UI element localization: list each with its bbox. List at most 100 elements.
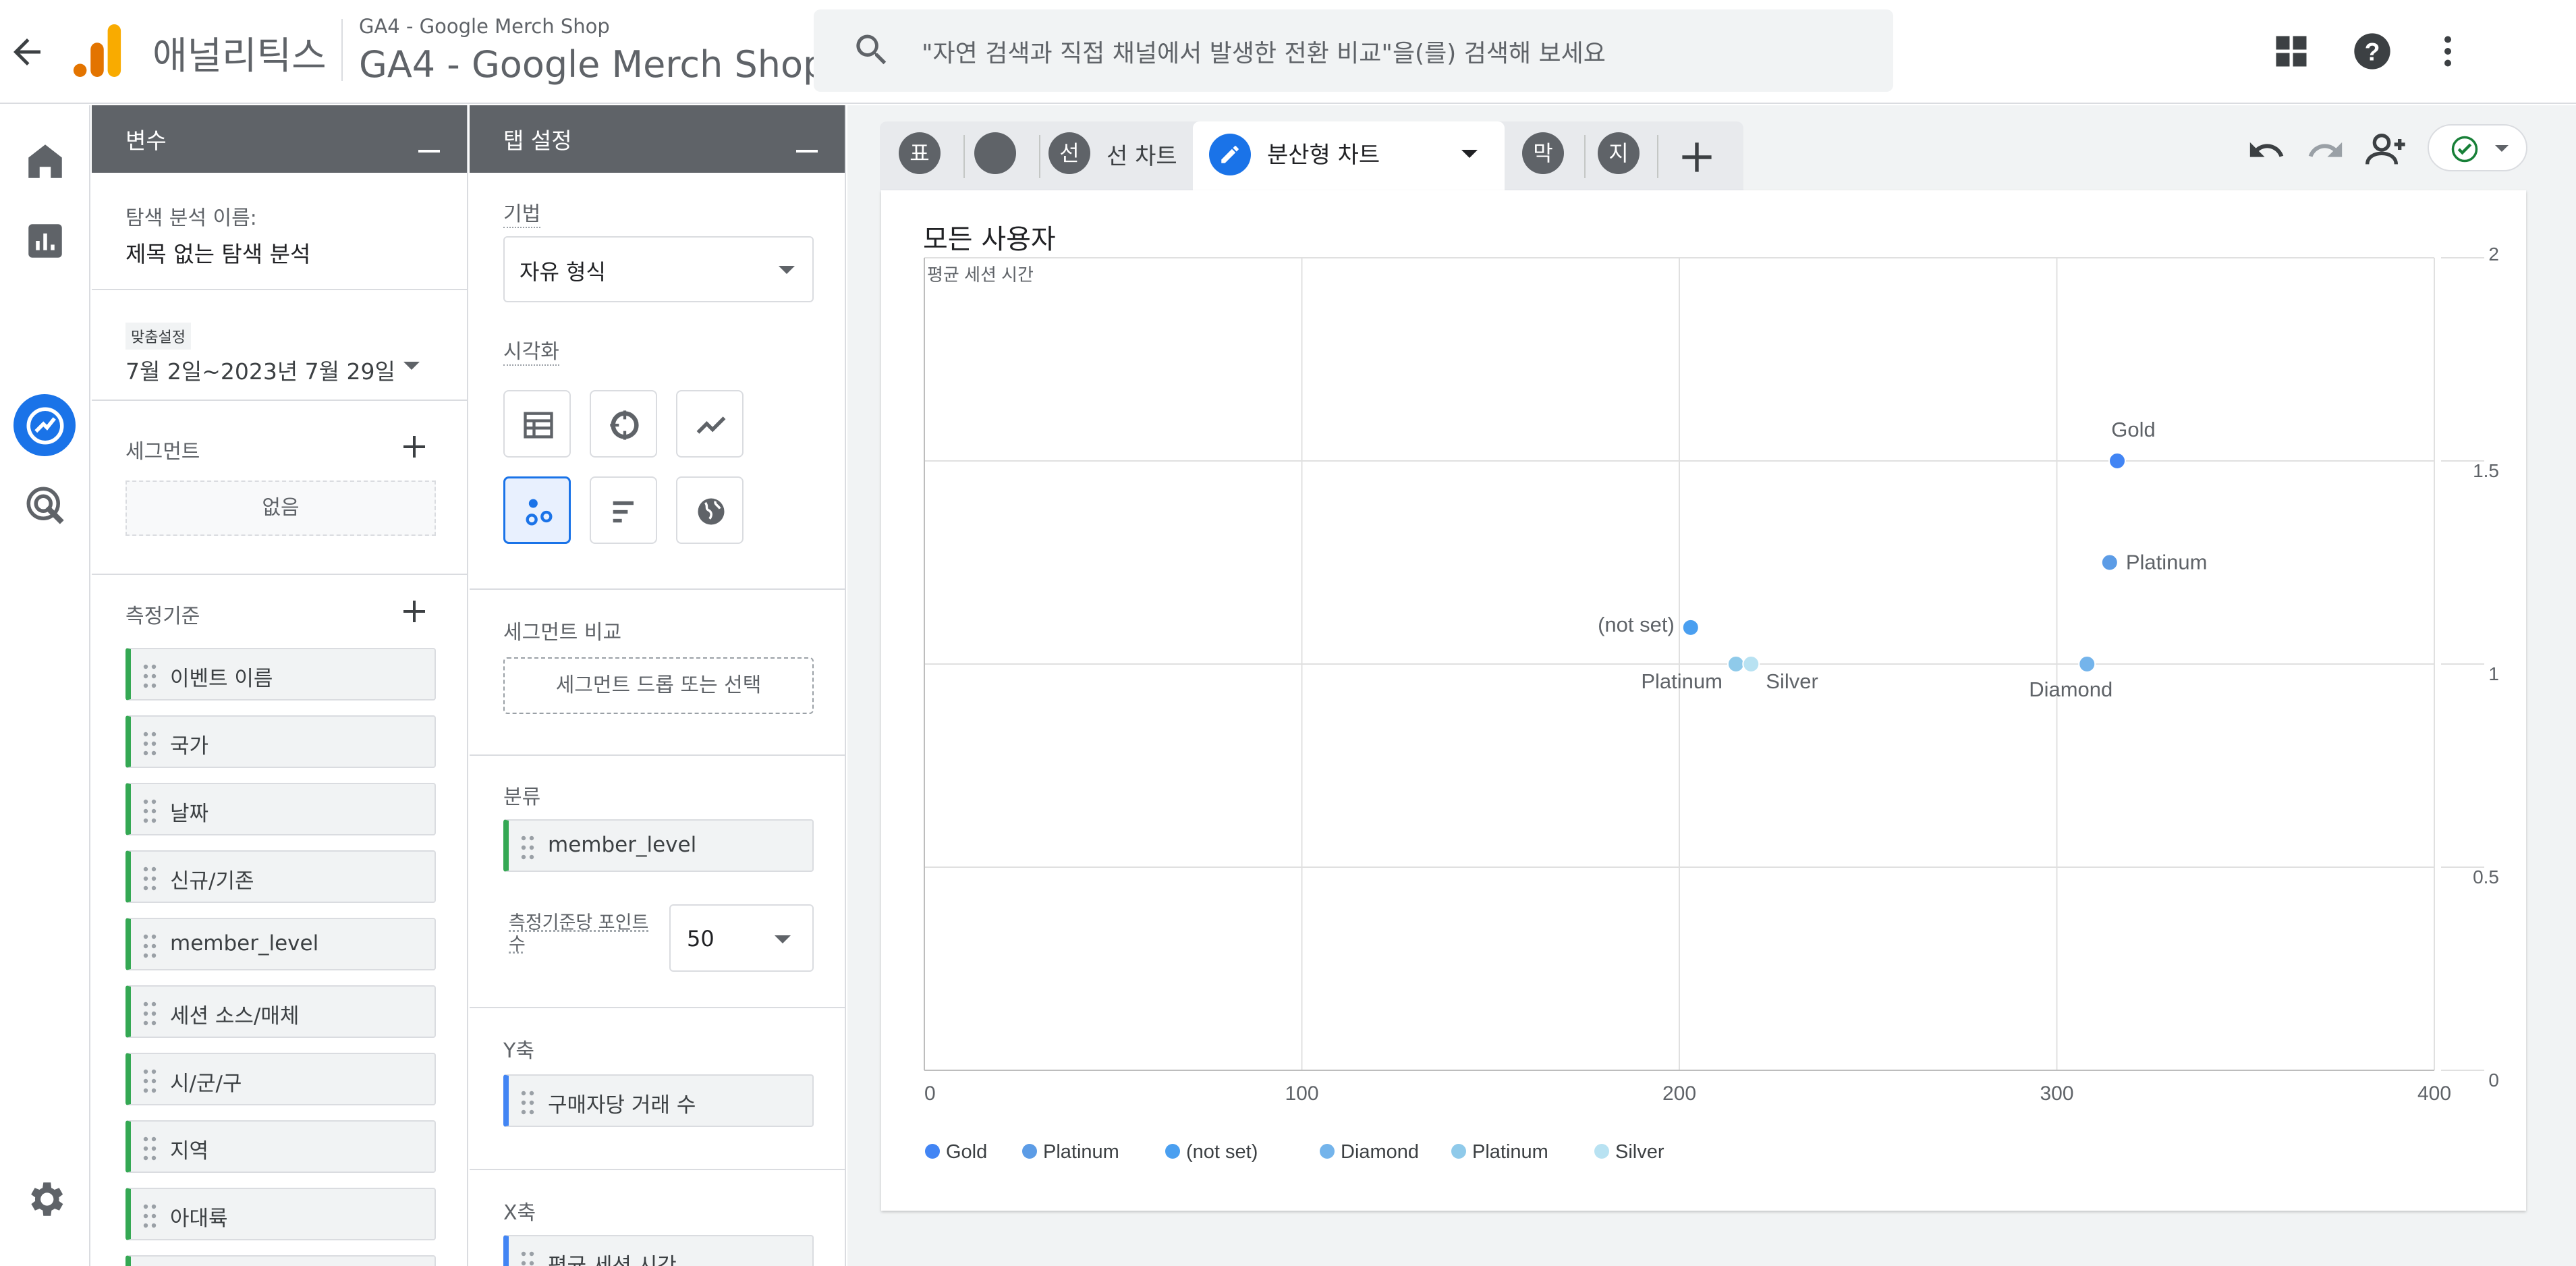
drag-handle-icon[interactable]	[143, 865, 157, 892]
drag-handle-icon[interactable]	[521, 1089, 534, 1116]
back-arrow-icon[interactable]	[7, 32, 47, 72]
scatter-point	[1742, 655, 1760, 673]
reports-icon[interactable]	[23, 219, 67, 263]
dimension-chip[interactable]: 아대륙	[125, 1188, 436, 1240]
points-select[interactable]: 50	[669, 904, 814, 972]
drag-handle-icon[interactable]	[143, 730, 157, 757]
advertising-icon[interactable]	[23, 483, 67, 528]
variables-panel-title: 변수	[125, 128, 167, 154]
legend-label: Gold	[946, 1141, 987, 1163]
donut-viz-button[interactable]	[590, 390, 657, 458]
technique-dropdown-icon[interactable]	[779, 266, 795, 274]
tab-settings-title: 탭 설정	[503, 128, 572, 154]
add-segment-icon[interactable]	[401, 433, 428, 460]
undo-icon[interactable]	[2247, 131, 2286, 170]
scatter-point	[2078, 655, 2096, 673]
drag-handle-icon[interactable]	[143, 663, 157, 690]
save-status-button[interactable]	[2428, 124, 2527, 171]
dimension-label: 이벤트 이름	[170, 667, 273, 691]
y-axis-chip[interactable]: 구매자당 거래 수	[503, 1074, 814, 1127]
tab-line-label[interactable]: 선 차트	[1107, 138, 1177, 171]
scatter-point	[2108, 452, 2127, 470]
drag-handle-icon[interactable]	[143, 1135, 157, 1162]
status-dropdown-icon[interactable]	[2495, 145, 2509, 152]
line-chart-icon	[696, 416, 726, 434]
app-name[interactable]: 애널리틱스	[152, 26, 327, 80]
tab-donut[interactable]	[974, 132, 1016, 174]
more-vert-icon[interactable]	[2428, 30, 2468, 73]
dimension-chip[interactable]: 세션 소스/매체	[125, 985, 436, 1038]
tab-table[interactable]: 표	[899, 132, 941, 174]
date-range-selector[interactable]: 7월 2일~2023년 7월 29일	[125, 354, 395, 386]
dimension-chip[interactable]: 지역	[125, 1120, 436, 1173]
collapse-icon[interactable]	[796, 150, 818, 153]
account-name[interactable]: GA4 - Google Merch Shop	[359, 15, 610, 38]
dimension-chip[interactable]: 국가	[125, 715, 436, 768]
drag-handle-icon[interactable]	[143, 1203, 157, 1230]
point-label: Diamond	[2029, 678, 2112, 701]
analytics-logo-icon[interactable]	[73, 24, 121, 77]
dimension-chip[interactable]: 이벤트 이름	[125, 648, 436, 700]
tab-separator	[1584, 135, 1586, 178]
edit-tab-badge[interactable]	[1209, 134, 1251, 175]
tab-scatter-label[interactable]: 분산형 차트	[1267, 136, 1380, 169]
add-dimension-icon[interactable]	[401, 598, 428, 625]
date-dropdown-icon[interactable]	[403, 362, 420, 370]
redo-icon[interactable]	[2306, 131, 2345, 170]
legend-swatch	[1165, 1144, 1180, 1159]
property-selector[interactable]: GA4 - Google Merch Shop	[359, 43, 826, 86]
tab-line-badge[interactable]: 선	[1048, 132, 1090, 174]
drag-handle-icon[interactable]	[143, 1068, 157, 1095]
scatter-viz-button[interactable]	[503, 476, 571, 544]
explore-icon[interactable]	[23, 404, 67, 448]
help-icon[interactable]: ?	[2351, 30, 2394, 73]
drag-handle-icon[interactable]	[521, 1250, 534, 1266]
dimension-chip[interactable]: member_level	[125, 918, 436, 970]
segment-drop-zone[interactable]: 세그먼트 드롭 또는 선택	[503, 657, 814, 714]
share-icon[interactable]	[2364, 128, 2410, 171]
y-tick-label: 2	[2488, 244, 2499, 265]
tab-separator	[1657, 135, 1658, 178]
table-viz-button[interactable]	[503, 390, 571, 458]
tab-settings-header: 탭 설정	[470, 105, 845, 173]
drag-handle-icon[interactable]	[143, 798, 157, 825]
tab-dropdown-icon[interactable]	[1461, 150, 1478, 158]
line-viz-button[interactable]	[676, 390, 744, 458]
breakdown-value: member_level	[548, 833, 697, 857]
bar-viz-button[interactable]	[590, 476, 657, 544]
technique-select[interactable]: 자유 형식	[503, 236, 814, 302]
points-dropdown-icon[interactable]	[775, 935, 791, 943]
tab-geo[interactable]: 지	[1598, 132, 1640, 174]
x-axis-chip[interactable]: 평균 세션 시간	[503, 1235, 814, 1266]
dimension-chip-partial[interactable]	[125, 1255, 436, 1266]
search-placeholder[interactable]: "자연 검색과 직접 채널에서 발생한 전환 비교"을(를) 검색해 보세요	[922, 34, 1606, 69]
drag-handle-icon[interactable]	[143, 1000, 157, 1027]
add-tab-icon[interactable]	[1679, 139, 1715, 175]
exploration-name[interactable]: 제목 없는 탐색 분석	[125, 236, 310, 269]
geo-viz-button[interactable]	[676, 476, 744, 544]
dimension-chip[interactable]: 신규/기존	[125, 850, 436, 903]
tab-separator	[1039, 135, 1040, 178]
point-label: Gold	[2111, 418, 2155, 441]
legend-swatch	[1451, 1144, 1466, 1159]
drag-handle-icon[interactable]	[521, 834, 534, 861]
tab-bar[interactable]: 막	[1522, 132, 1564, 174]
search-icon[interactable]	[851, 30, 892, 70]
y-axis-value: 구매자당 거래 수	[548, 1093, 696, 1118]
y-axis-label: Y축	[503, 1039, 534, 1063]
scatter-plot-icon	[526, 499, 553, 526]
dimension-chip[interactable]: 날짜	[125, 783, 436, 835]
segments-empty[interactable]: 없음	[125, 480, 436, 536]
dimension-label: member_level	[170, 931, 319, 956]
collapse-icon[interactable]	[418, 150, 440, 153]
point-label: (not set)	[1598, 613, 1675, 636]
home-icon[interactable]	[23, 139, 67, 184]
drag-handle-icon[interactable]	[143, 933, 157, 960]
x-axis-value: 평균 세션 시간	[548, 1254, 677, 1266]
settings-icon[interactable]	[23, 1177, 67, 1221]
breakdown-chip[interactable]: member_level	[503, 819, 814, 872]
y-tick-label: 1	[2488, 663, 2499, 684]
chart-card: 모든 사용자 0 100 200 300 400 0 0.5 1 1.5 2 평균 세션 시간 Gol…	[881, 190, 2526, 1211]
dimension-chip[interactable]: 시/군/구	[125, 1053, 436, 1105]
apps-grid-icon[interactable]	[2271, 31, 2312, 72]
